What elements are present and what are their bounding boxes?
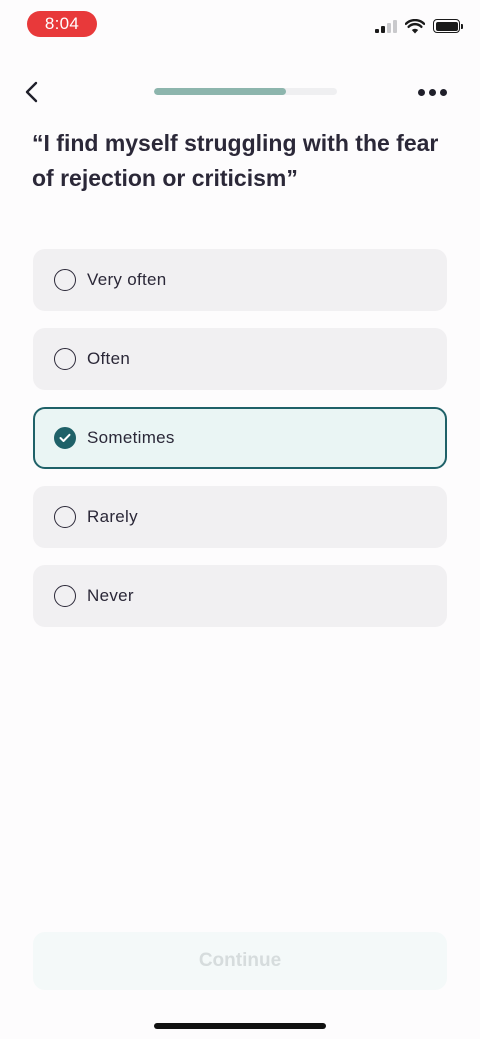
continue-button[interactable]: Continue <box>33 932 447 990</box>
nav-bar <box>0 70 480 114</box>
radio-unchecked-icon <box>54 506 76 528</box>
radio-unchecked-icon <box>54 585 76 607</box>
answer-option-often[interactable]: Often <box>33 328 447 390</box>
status-icons <box>375 18 463 34</box>
radio-unchecked-icon <box>54 348 76 370</box>
back-button[interactable] <box>16 76 48 108</box>
status-time: 8:04 <box>27 11 97 37</box>
answer-options: Very often Often Sometimes Rarely Never <box>33 249 447 644</box>
radio-checked-icon <box>54 427 76 449</box>
progress-fill <box>154 88 286 95</box>
home-indicator <box>154 1023 326 1029</box>
answer-option-label: Rarely <box>87 507 138 526</box>
answer-option-very-often[interactable]: Very often <box>33 249 447 311</box>
battery-icon <box>433 19 463 33</box>
question-text: “I find myself struggling with the fear … <box>32 130 439 191</box>
radio-unchecked-icon <box>54 269 76 291</box>
status-bar: 8:04 <box>0 0 480 48</box>
more-button[interactable] <box>414 76 450 108</box>
answer-option-label: Never <box>87 586 134 605</box>
answer-option-rarely[interactable]: Rarely <box>33 486 447 548</box>
more-horizontal-icon <box>417 88 425 96</box>
cellular-signal-icon <box>375 19 397 33</box>
answer-option-label: Very often <box>87 270 167 289</box>
answer-option-never[interactable]: Never <box>33 565 447 627</box>
answer-option-label: Often <box>87 349 131 368</box>
answer-option-label: Sometimes <box>87 428 175 447</box>
chevron-left-icon <box>25 81 38 103</box>
wifi-icon <box>405 18 425 33</box>
progress-bar <box>154 88 337 95</box>
answer-option-sometimes[interactable]: Sometimes <box>33 407 447 469</box>
